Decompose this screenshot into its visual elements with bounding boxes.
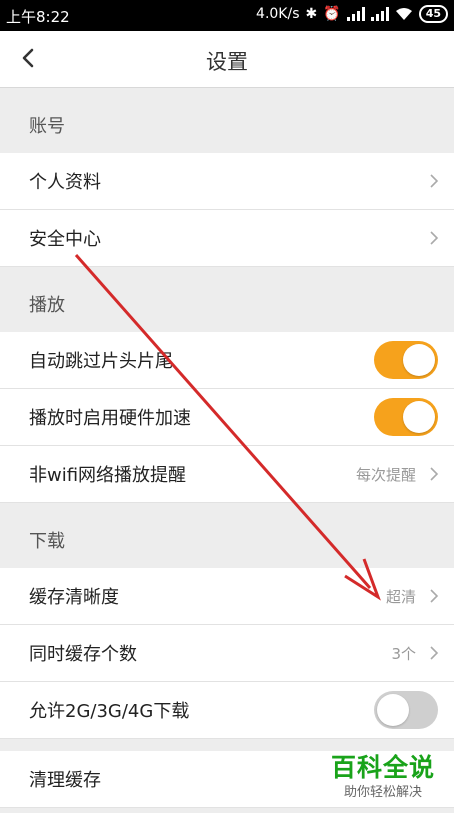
row-label: 播放时启用硬件加速 [29, 408, 191, 429]
chevron-right-icon [430, 174, 439, 188]
row-concurrent-cache-count[interactable]: 同时缓存个数 3个 [0, 625, 454, 682]
chevron-right-icon [430, 231, 439, 245]
wifi-icon [395, 8, 412, 20]
toggle-knob [403, 344, 435, 376]
section-title: 下载 [29, 531, 65, 552]
skip-intro-toggle[interactable] [374, 341, 438, 379]
status-icons: 4.0K/s ✱ ⏰ 45 [256, 5, 448, 23]
watermark-title: 百科全说 [330, 753, 435, 782]
toggle-knob [403, 401, 435, 433]
row-label: 安全中心 [29, 229, 101, 250]
mobile-download-toggle[interactable] [374, 691, 438, 729]
chevron-right-icon [430, 589, 439, 603]
row-value: 3个 [391, 645, 416, 663]
battery-indicator: 45 [418, 5, 448, 23]
page-title: 设置 [206, 50, 248, 74]
alarm-icon: ⏰ [323, 6, 341, 22]
row-label: 自动跳过片头片尾 [29, 351, 173, 372]
watermark-subtitle: 助你轻松解决 [343, 785, 422, 800]
toggle-knob [377, 694, 409, 726]
section-header-download: 下载 [0, 503, 454, 568]
row-allow-mobile-download: 允许2G/3G/4G下载 [0, 682, 454, 739]
row-non-wifi-reminder[interactable]: 非wifi网络播放提醒 每次提醒 [0, 446, 454, 503]
row-security-center[interactable]: 安全中心 [0, 210, 454, 267]
app-header: 设置 [0, 31, 454, 88]
row-label: 缓存清晰度 [29, 587, 119, 608]
row-skip-intro-outro: 自动跳过片头片尾 [0, 332, 454, 389]
row-label: 非wifi网络播放提醒 [29, 465, 187, 486]
row-personal-profile[interactable]: 个人资料 [0, 153, 454, 210]
signal-icon [346, 7, 365, 21]
section-header-account: 账号 [0, 88, 454, 153]
row-hardware-acceleration: 播放时启用硬件加速 [0, 389, 454, 446]
row-value: 每次提醒 [355, 466, 416, 484]
row-cache-quality[interactable]: 缓存清晰度 超清 [0, 568, 454, 625]
status-time: 上午8:22 [6, 8, 70, 26]
hardware-acceleration-toggle[interactable] [374, 398, 438, 436]
network-speed: 4.0K/s [256, 6, 300, 22]
row-label: 同时缓存个数 [29, 644, 137, 665]
watermark-logo: 百科全说 助你轻松解决 [322, 752, 444, 806]
bluetooth-icon: ✱ [305, 6, 318, 22]
status-bar: 上午8:22 4.0K/s ✱ ⏰ 45 [0, 0, 454, 31]
chevron-right-icon [430, 467, 439, 481]
chevron-right-icon [430, 646, 439, 660]
section-header-playback: 播放 [0, 267, 454, 332]
row-value: 超清 [385, 588, 416, 606]
signal-icon-2 [370, 7, 389, 21]
section-title: 账号 [29, 116, 65, 137]
section-title: 播放 [29, 295, 65, 316]
row-label: 个人资料 [29, 172, 101, 193]
section-spacer [0, 739, 454, 751]
row-label: 清理缓存 [29, 770, 101, 791]
row-label: 允许2G/3G/4G下载 [29, 701, 190, 722]
